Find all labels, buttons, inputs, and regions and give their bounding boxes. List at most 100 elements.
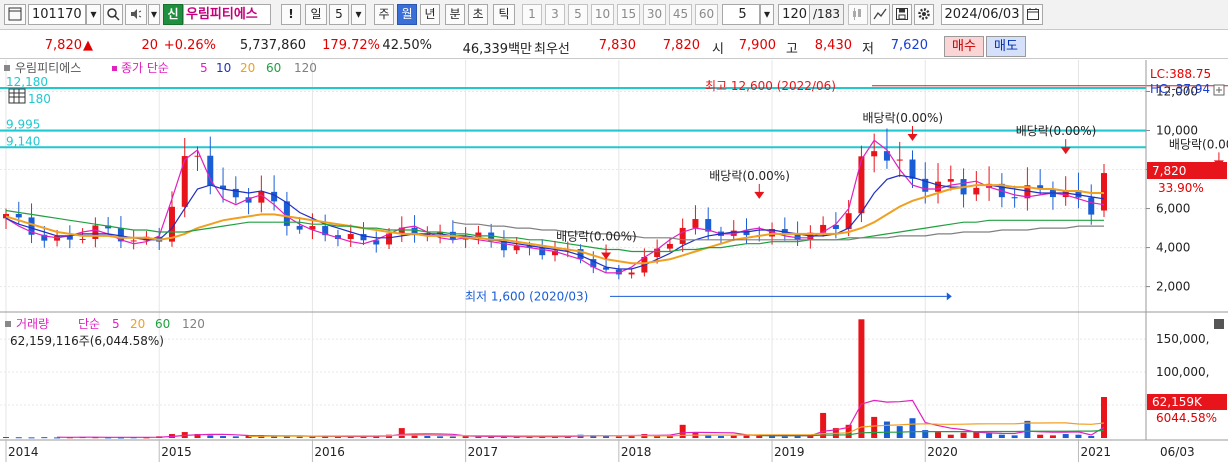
candle-body (181, 156, 188, 207)
volume-bar (1049, 435, 1056, 438)
trendline-tool-icon[interactable] (870, 4, 890, 25)
speaker-icon[interactable] (125, 4, 147, 25)
stock-code-dropdown-icon[interactable]: ▾ (86, 4, 101, 25)
date-input[interactable]: 2024/06/03 (941, 4, 1023, 25)
volume-legend-ma-5: 5 (112, 317, 120, 331)
interval-button-15[interactable]: 15 (617, 4, 640, 25)
price-change-rate: +0.26% (163, 38, 216, 53)
cyan-value-marker: 180 (28, 92, 51, 106)
low-label: 저 (862, 42, 874, 57)
candle-body (79, 238, 86, 240)
gear-icon[interactable] (914, 4, 934, 25)
interval-button-30[interactable]: 30 (643, 4, 666, 25)
total-count-label: /183 (810, 4, 844, 25)
dividend-annotation-label: 배당락(0.00%) (862, 111, 943, 125)
volume-ratio-tag-text: 6044.58% (1156, 411, 1217, 425)
volume-bar (717, 436, 724, 438)
tab-month[interactable]: 월 (397, 4, 417, 25)
legend-ma-marker-icon (112, 66, 117, 71)
price-tick-label: 2,000 (1156, 280, 1190, 294)
candle-body (845, 213, 852, 229)
interval-button-10[interactable]: 10 (591, 4, 614, 25)
stock-chart[interactable]: 12,180 9,995 9,140 최고 12,600 (2022/06) 최저 1… (0, 60, 1228, 462)
candle-body (207, 155, 214, 186)
legend-ma-120: 120 (294, 61, 317, 75)
save-icon[interactable] (892, 4, 912, 25)
stock-code-input[interactable]: 101170 (28, 4, 86, 25)
volume-bar (424, 436, 431, 438)
search-icon[interactable] (103, 4, 123, 25)
candle-body (1088, 197, 1095, 215)
calendar-icon[interactable] (1023, 4, 1043, 25)
dividend-annotation-label: 배당락(0.00%) (1016, 124, 1097, 138)
dividend-annotation-label: 배당락(0.00%) (709, 169, 790, 183)
interval-button-60[interactable]: 60 (695, 4, 718, 25)
candle-body (871, 151, 878, 157)
volume-pane-close-icon[interactable] (1214, 319, 1224, 329)
candle-body (347, 234, 354, 240)
dividend-annotation-label: 배당락(0.00%) (1169, 137, 1228, 151)
legend-ma-10: 10 (216, 61, 231, 75)
candle-body (666, 243, 673, 249)
candle-body (513, 245, 520, 251)
open-price: 7,900 (738, 38, 776, 53)
interval-dropdown-icon[interactable]: ▾ (760, 4, 774, 25)
volume-bar (781, 436, 788, 438)
current-volume-tag-text: 62,159K (1152, 395, 1203, 409)
interval-button-45[interactable]: 45 (669, 4, 692, 25)
speaker-dropdown-icon[interactable]: ▾ (148, 4, 160, 25)
interval-input[interactable]: 5 (722, 4, 760, 25)
candle-type-icon[interactable] (848, 4, 868, 25)
volume-bar (398, 428, 405, 438)
legend-ma-5: 5 (200, 61, 208, 75)
year-tick-label: 2014 (8, 445, 39, 459)
low-annotation-label: 최저 1,600 (2020/03) (465, 289, 588, 303)
candle-body (679, 227, 686, 244)
interval-button-1[interactable]: 1 (522, 4, 542, 25)
display-count-input[interactable]: 120 (778, 4, 810, 25)
stock-name-field[interactable]: 우림피티에스 (183, 4, 271, 25)
volume-summary: 62,159,116주(6,044.58%) (10, 334, 164, 348)
legend-marker-icon (4, 65, 10, 71)
turnover-ratio: 42.50% (382, 38, 432, 53)
period-value-field[interactable]: 5 (329, 4, 349, 25)
legend-ma-type: 종가 단순 (121, 61, 169, 75)
tab-week[interactable]: 주 (374, 4, 394, 25)
volume-bar (309, 436, 316, 438)
candle-body (858, 156, 865, 214)
volume-bar (998, 434, 1005, 438)
current-pct-tag-text: 33.90% (1158, 181, 1204, 195)
volume-bar (28, 437, 35, 439)
volume-bar (947, 434, 954, 438)
volume-legend-ma-120: 120 (182, 317, 205, 331)
tab-year[interactable]: 년 (420, 4, 440, 25)
year-tick-label: 2015 (161, 445, 192, 459)
sell-button[interactable]: 매도 (986, 36, 1026, 57)
current-price-tag-text: 7,820 (1152, 164, 1186, 178)
window-layout-icon[interactable] (4, 4, 26, 25)
volume-bar (909, 418, 916, 438)
legend-ma-20: 20 (240, 61, 255, 75)
candle-body (628, 272, 635, 275)
up-arrow-icon: ▲ (83, 38, 93, 53)
interval-button-5[interactable]: 5 (568, 4, 588, 25)
buy-button[interactable]: 매수 (944, 36, 984, 57)
table-grid-icon[interactable] (8, 88, 26, 104)
tab-minute[interactable]: 분 (445, 4, 465, 25)
candle-body (15, 214, 22, 218)
alert-button[interactable]: ! (281, 4, 301, 25)
best-bid: 7,820 (662, 38, 700, 53)
volume-legend-title: 거래량 (16, 317, 49, 331)
tab-second[interactable]: 초 (468, 4, 488, 25)
period-day-button[interactable]: 일 (305, 4, 327, 25)
volume-bar (232, 436, 239, 438)
open-label: 시 (712, 42, 724, 57)
trade-amount: 46,339백만 (462, 42, 532, 57)
tab-tick[interactable]: 틱 (493, 4, 515, 25)
period-value-dropdown-icon[interactable]: ▾ (351, 4, 366, 25)
interval-button-3[interactable]: 3 (545, 4, 565, 25)
volume-bar (41, 437, 48, 439)
best-price-label: 최우선 (534, 42, 570, 57)
high-price: 8,430 (814, 38, 852, 53)
candle-body (935, 181, 942, 192)
